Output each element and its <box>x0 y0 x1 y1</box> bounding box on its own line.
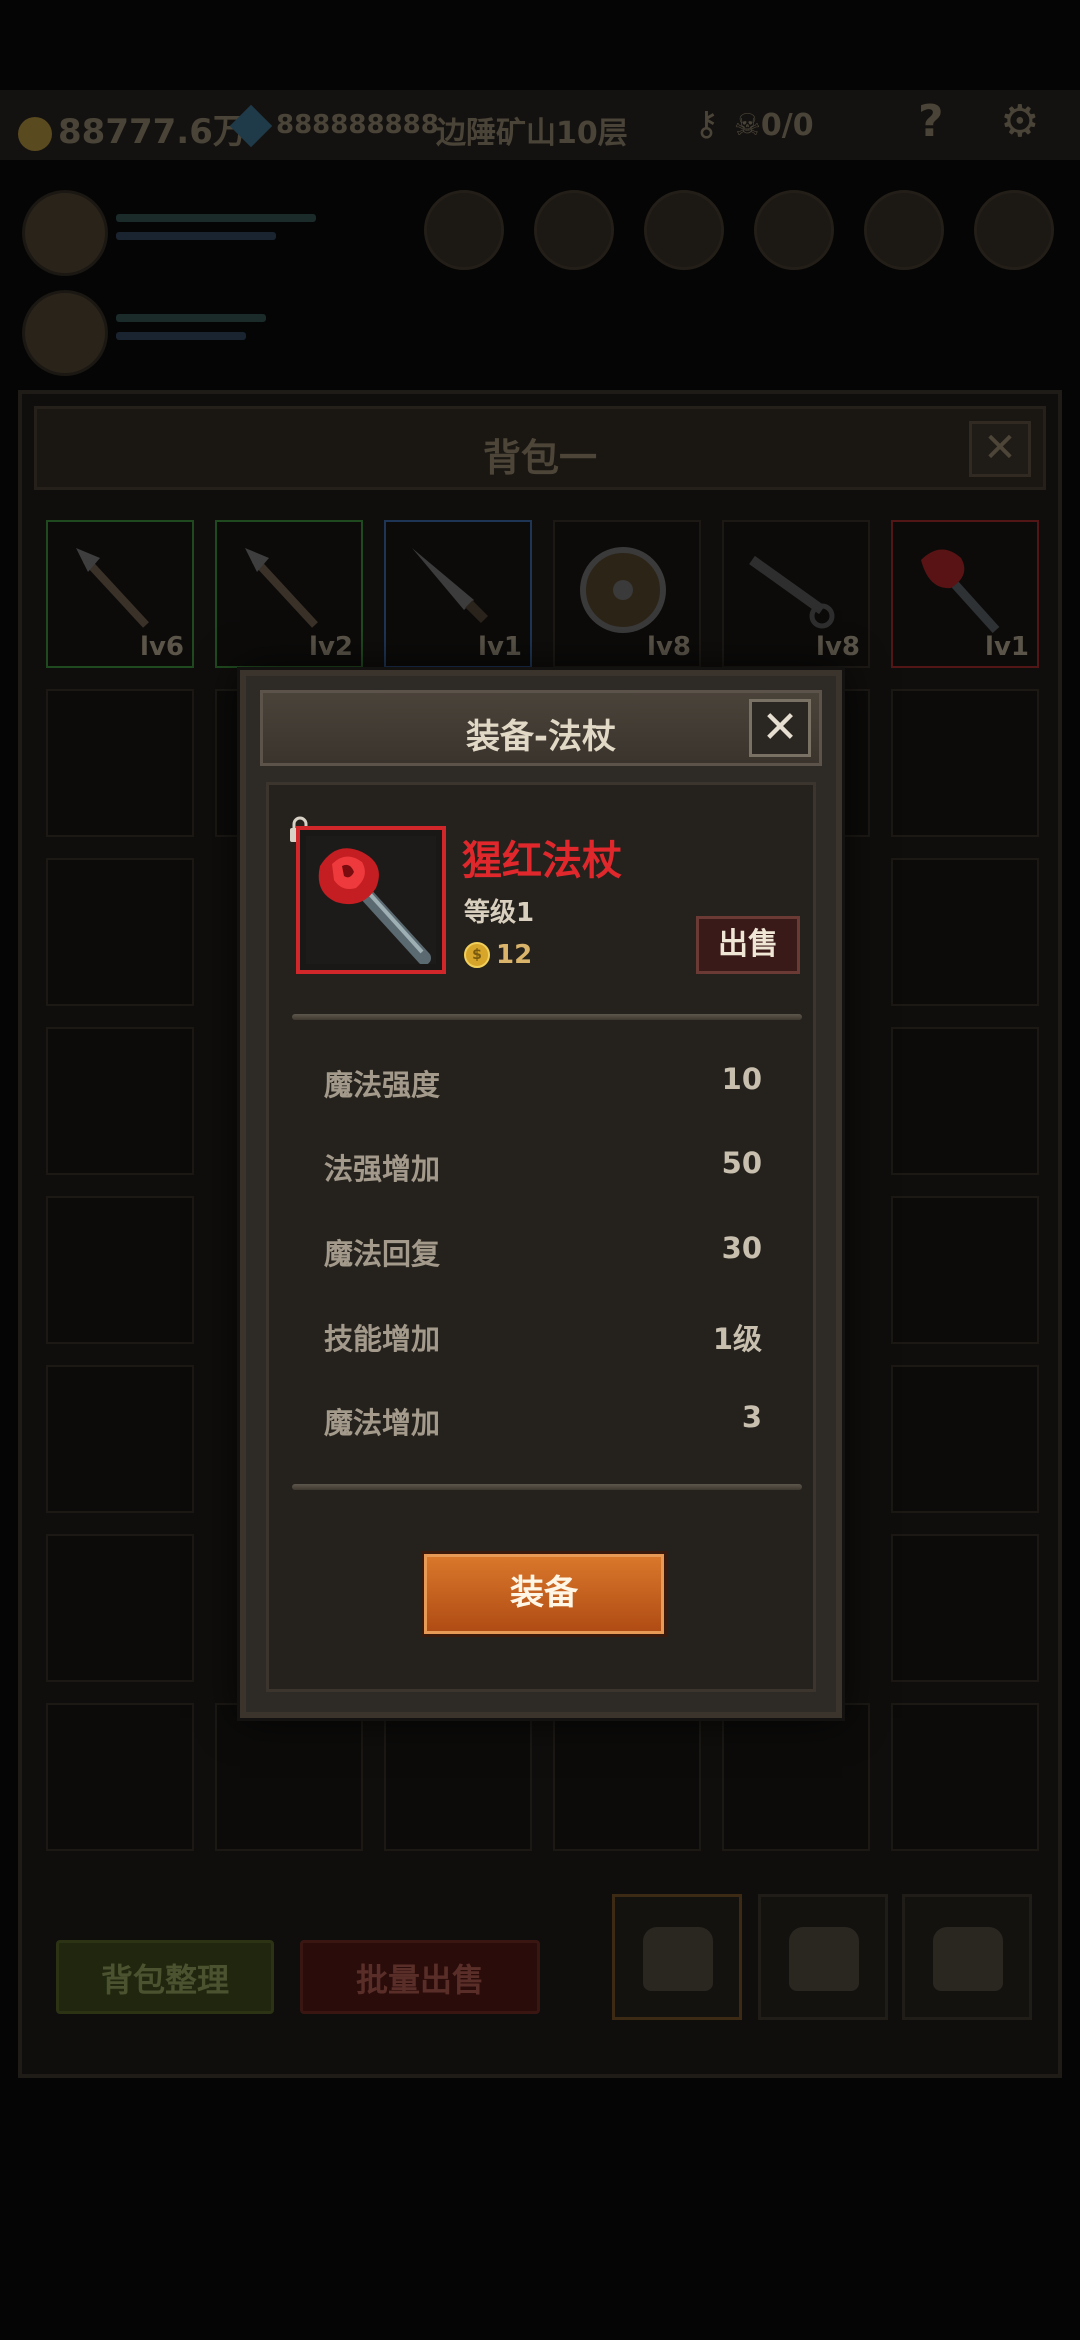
skull-icon: ☠ <box>734 108 761 143</box>
item-level: 等级1 <box>464 898 535 928</box>
hero-avatar-2[interactable] <box>22 290 108 376</box>
skill-slot-2[interactable] <box>534 190 614 270</box>
hero-row <box>0 180 1080 380</box>
stat-row: 魔法回复 30 <box>324 1231 762 1271</box>
hero-2-hp-bar <box>116 314 266 322</box>
backpack-title-bar: 背包一 ✕ <box>34 406 1046 490</box>
skill-slot-1[interactable] <box>424 190 504 270</box>
kill-counter: ☠0/0 <box>734 108 814 143</box>
stat-label: 魔法强度 <box>324 1068 441 1102</box>
backpack-icon <box>933 1927 1003 1991</box>
sell-button[interactable]: 出售 <box>696 916 800 974</box>
inventory-slot-empty[interactable] <box>553 1703 701 1851</box>
stat-value: 3 <box>741 1400 762 1434</box>
stat-row: 魔法增加 3 <box>324 1400 762 1440</box>
hero-1-hp-bar <box>116 214 316 222</box>
inventory-slot-empty[interactable] <box>46 1027 194 1175</box>
stat-value: 1级 <box>712 1322 762 1356</box>
inventory-slot-crimson-staff[interactable]: lv1 <box>891 520 1039 668</box>
inventory-slot-spear-2[interactable]: lv2 <box>215 520 363 668</box>
location-label: 边陲矿山10层 <box>436 116 628 151</box>
inventory-slot-dagger[interactable]: lv1 <box>384 520 532 668</box>
stat-label: 技能增加 <box>324 1322 441 1356</box>
inventory-slot-empty[interactable] <box>46 1365 194 1513</box>
inventory-slot-empty[interactable] <box>891 1196 1039 1344</box>
inventory-slot-spear-1[interactable]: lv6 <box>46 520 194 668</box>
gold-coin-icon <box>18 116 52 151</box>
gem-icon <box>229 104 273 147</box>
inventory-slot-empty[interactable] <box>46 1196 194 1344</box>
bulk-sell-button[interactable]: 批量出售 <box>300 1940 540 2014</box>
backpack-tab-2[interactable] <box>758 1894 888 2020</box>
item-portrait <box>296 826 446 974</box>
inventory-slot-empty[interactable] <box>722 1703 870 1851</box>
divider-top <box>292 1014 802 1020</box>
inventory-slot-empty[interactable] <box>891 689 1039 837</box>
sell-price: 12 <box>496 940 533 970</box>
backpack-icon <box>643 1927 713 1991</box>
gem-counter: 888888888 <box>229 104 439 147</box>
inventory-slot-empty[interactable] <box>46 1534 194 1682</box>
stat-label: 魔法增加 <box>324 1406 441 1440</box>
dagger-icon <box>412 548 489 624</box>
crimson-staff-icon <box>921 549 1000 634</box>
divider-bottom <box>292 1484 802 1490</box>
gun-icon <box>749 555 835 629</box>
gold-counter: 88777.6万 <box>18 104 247 153</box>
inventory-slot-shield[interactable]: lv8 <box>553 520 701 668</box>
stat-row: 技能增加 1级 <box>324 1316 762 1356</box>
item-name: 猩红法杖 <box>462 838 622 884</box>
skill-slot-6[interactable] <box>974 190 1054 270</box>
inventory-slot-empty[interactable] <box>215 1703 363 1851</box>
stat-row: 魔法强度 10 <box>324 1062 762 1102</box>
equip-button[interactable]: 装备 <box>424 1554 664 1634</box>
key-icon: ⚷ <box>694 104 719 144</box>
stat-value: 50 <box>721 1146 762 1180</box>
round-shield-icon <box>580 547 666 633</box>
stat-label: 法强增加 <box>324 1152 441 1186</box>
dialog-header: 装备-法杖 ✕ <box>260 690 822 766</box>
backpack-title: 背包一 <box>482 436 597 480</box>
stat-row: 法强增加 50 <box>324 1146 762 1186</box>
inventory-slot-empty[interactable] <box>46 1703 194 1851</box>
skill-slot-4[interactable] <box>754 190 834 270</box>
skill-slot-5[interactable] <box>864 190 944 270</box>
inventory-slot-empty[interactable] <box>891 1703 1039 1851</box>
hero-avatar-1[interactable] <box>22 190 108 276</box>
backpack-icon <box>789 1927 859 1991</box>
stat-value: 30 <box>721 1231 762 1265</box>
inventory-slot-empty[interactable] <box>384 1703 532 1851</box>
hero-2-mp-bar <box>116 332 246 340</box>
inventory-slot-empty[interactable] <box>46 858 194 1006</box>
settings-gear-icon[interactable]: ⚙ <box>1000 96 1039 147</box>
hero-1-mp-bar <box>116 232 276 240</box>
stat-label: 魔法回复 <box>324 1237 441 1271</box>
item-detail-dialog: 装备-法杖 ✕ 猩红法杖 等级1 $ 12 出售 魔法强度 10 法强增加 50… <box>240 670 842 1718</box>
inventory-slot-empty[interactable] <box>891 1534 1039 1682</box>
gold-coin-icon: $ <box>464 942 490 968</box>
spear-icon <box>245 548 318 628</box>
top-resource-bar: 88777.6万 888888888 边陲矿山10层 ⚷ ☠0/0 ? ⚙ <box>0 90 1080 160</box>
inventory-slot-empty[interactable] <box>891 1027 1039 1175</box>
sort-backpack-button[interactable]: 背包整理 <box>56 1940 274 2014</box>
dialog-title: 装备-法杖 <box>465 717 617 757</box>
crimson-staff-icon <box>306 836 436 964</box>
inventory-slot-gun[interactable]: lv8 <box>722 520 870 668</box>
backpack-close-button[interactable]: ✕ <box>969 421 1031 477</box>
inventory-slot-empty[interactable] <box>891 1365 1039 1513</box>
help-button[interactable]: ? <box>918 96 944 147</box>
spear-icon <box>76 548 149 628</box>
stat-value: 10 <box>721 1062 762 1096</box>
backpack-tab-1[interactable] <box>612 1894 742 2020</box>
inventory-slot-empty[interactable] <box>46 689 194 837</box>
dialog-close-button[interactable]: ✕ <box>749 699 811 757</box>
inventory-slot-empty[interactable] <box>891 858 1039 1006</box>
backpack-tab-3[interactable] <box>902 1894 1032 2020</box>
skill-slot-3[interactable] <box>644 190 724 270</box>
